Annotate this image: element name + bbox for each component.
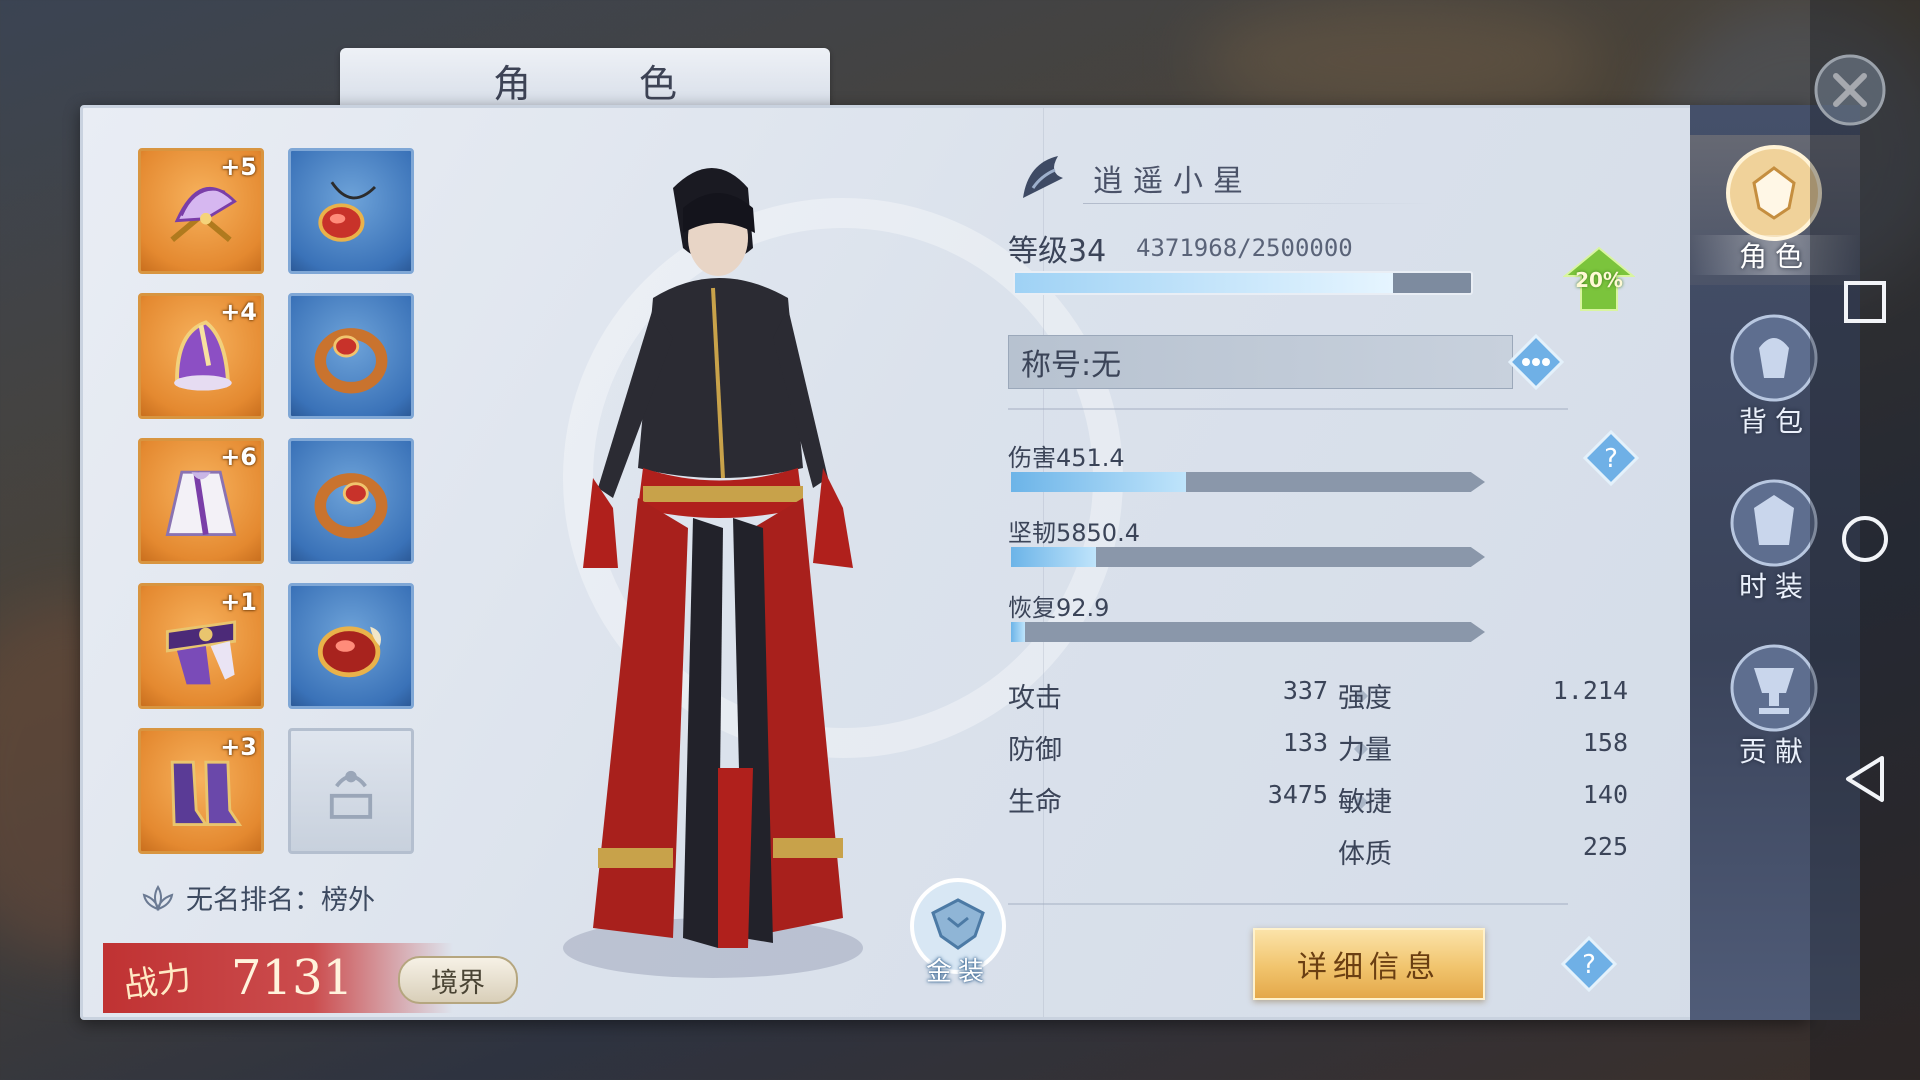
contribution-tab-icon [1730,644,1818,732]
rank-label: 无名排名：榜外 [186,885,375,916]
enhance-level: +1 [220,588,257,616]
character-model [563,168,863,978]
combat-power-value: 7131 [231,950,354,1006]
toughness-bar [1011,547,1485,567]
question-icon: ? [1560,935,1618,993]
character-name-row: 逍遥小星 [1013,148,1433,208]
question-icon: ? [1582,429,1640,487]
experience-text: 4371968/2500000 [1136,234,1353,262]
section-divider [1008,903,1568,905]
title-field: 称号:无 [1008,335,1513,389]
realm-button[interactable]: 境界 [398,956,518,1004]
equip-slot-helmet[interactable]: +4 [138,293,264,419]
experience-bar [1013,271,1473,295]
recovery-bar-fill [1011,622,1026,642]
back-button[interactable] [1838,752,1892,806]
equip-slot-empty[interactable] [288,728,414,854]
recent-apps-button[interactable] [1838,275,1892,329]
level-label: 等级34 [1008,234,1107,269]
combat-power-label: 战力 [121,956,194,1007]
triangle-back-icon [1846,756,1884,802]
circle-icon [1842,516,1888,562]
window-title: 角 色 [492,61,726,106]
equip-slot-belt[interactable]: +1 [138,583,264,709]
gold-outfit-button[interactable]: 金装 [903,878,1013,988]
stats-help-button[interactable]: ? [1582,429,1640,487]
experience-bar-fill [1015,273,1394,293]
lotus-icon [142,884,174,911]
square-icon [1844,281,1886,323]
power-stat-label: 力量 [1338,735,1392,766]
amulet-icon [317,626,381,678]
power-stat-value: 158 [1582,728,1628,757]
constitution-stat-label: 体质 [1338,839,1392,870]
equip-slot-fan[interactable]: +5 [138,148,264,274]
agility-stat-label: 敏捷 [1338,787,1392,818]
detail-info-button[interactable]: 详细信息 [1253,928,1485,1000]
level-up-badge[interactable]: 20% [1562,246,1636,312]
hp-label: 生命 [1008,787,1062,818]
defense-label: 防御 [1008,735,1062,766]
ring-icon [314,328,388,394]
home-button[interactable] [1838,512,1892,566]
hp-value: 3475 [1267,780,1328,809]
attack-value: 337 [1282,676,1328,705]
equip-slot-amulet[interactable] [288,583,414,709]
agility-stat-value: 140 [1582,780,1628,809]
detail-help-button[interactable]: ? [1560,935,1618,993]
character-name: 逍遥小星 [1093,164,1253,199]
equip-slot-ring-2[interactable] [288,438,414,564]
damage-bar [1011,472,1485,492]
section-divider [1008,408,1568,410]
damage-bar-fill [1011,472,1187,492]
recovery-label: 恢复92.9 [1008,594,1110,622]
necklace-icon [318,181,377,242]
attack-label: 攻击 [1008,683,1062,714]
toughness-label: 坚韧5850.4 [1008,519,1140,547]
defense-value: 133 [1282,728,1328,757]
title-text: 称号:无 [1021,348,1122,383]
bag-tab-icon [1730,314,1818,402]
strength-stat-value: 1.214 [1552,676,1628,705]
enhance-level: +5 [220,153,257,181]
level-up-percent: 20% [1575,268,1623,292]
toughness-bar-fill [1011,547,1097,567]
strength-stat-label: 强度 [1338,683,1392,714]
rank-row: 无名排名：榜外 [138,878,375,917]
enhance-level: +6 [220,443,257,471]
ring-icon [314,473,388,539]
damage-label: 伤害451.4 [1008,444,1125,472]
equip-slot-boots[interactable]: +3 [138,728,264,854]
equip-slot-robe[interactable]: +6 [138,438,264,564]
fashion-tab-icon [1730,479,1818,567]
constitution-stat-value: 225 [1582,832,1628,861]
class-emblem-icon [1023,156,1063,198]
more-dots-icon [1507,333,1565,391]
enhance-level: +3 [220,733,257,761]
equip-slot-necklace[interactable] [288,148,414,274]
gold-outfit-label: 金装 [925,957,990,987]
enhance-level: +4 [220,298,257,326]
empty-slot-icon [329,770,373,819]
svg-text:?: ? [1604,444,1618,474]
recovery-bar [1011,622,1485,642]
character-panel: +5 +4 +6 +1 +3 无名排名：榜外 战力 7131 境界 金装 逍遥小… [80,105,1810,1020]
svg-text:?: ? [1582,950,1596,980]
character-tab-icon [1726,145,1822,241]
title-more-button[interactable] [1507,333,1565,391]
equip-slot-ring-1[interactable] [288,293,414,419]
window-title-banner: 角 色 [340,48,830,112]
